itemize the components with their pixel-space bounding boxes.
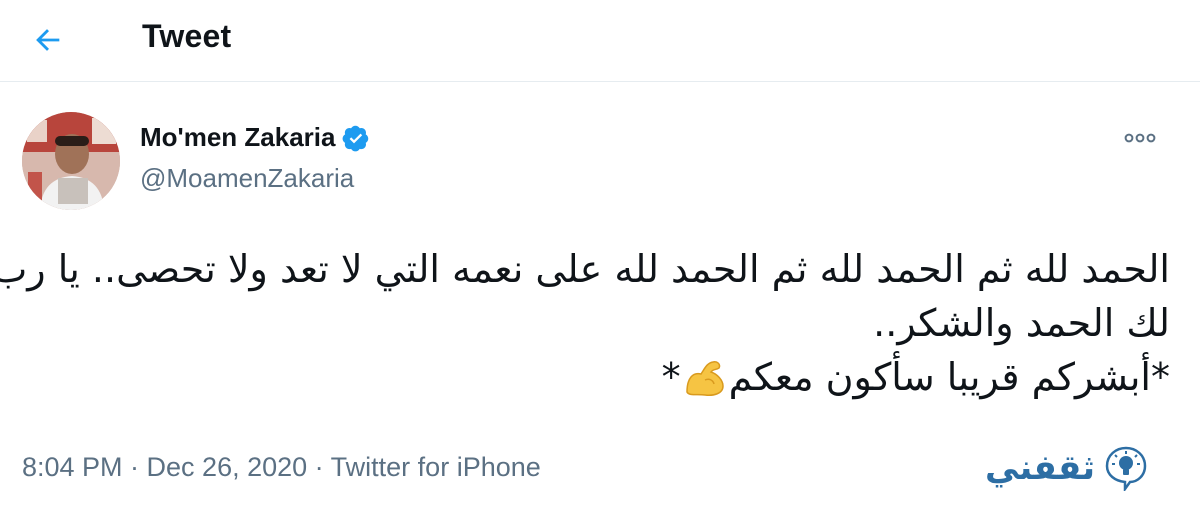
tweet-text-segment: * bbox=[661, 355, 681, 399]
profile-photo bbox=[22, 112, 120, 210]
flexed-biceps-emoji bbox=[685, 361, 724, 396]
tweet-text: الحمد لله ثم الحمد لله ثم الحمد لله على … bbox=[0, 242, 1170, 404]
page-title: Tweet bbox=[142, 18, 232, 54]
tweet-text-line-emoji: *أبشركم قريبا سأكون معكم * bbox=[20, 350, 1170, 404]
more-options-button[interactable] bbox=[1118, 120, 1162, 156]
watermark: ثقفني bbox=[985, 445, 1149, 491]
tweet-timestamp[interactable]: 8:04 PM · Dec 26, 2020 · Twitter for iPh… bbox=[22, 452, 541, 483]
more-horizontal-icon bbox=[1124, 133, 1156, 143]
avatar[interactable] bbox=[22, 112, 120, 210]
tweet-text-segment: *أبشركم قريبا سأكون معكم bbox=[728, 355, 1170, 399]
arrow-left-icon bbox=[36, 29, 60, 51]
verified-badge-icon bbox=[343, 125, 369, 151]
tweet-text-line: لك الحمد والشكر.. bbox=[873, 301, 1170, 345]
tweet-text-line: الحمد لله ثم الحمد لله ثم الحمد لله على … bbox=[0, 247, 1170, 291]
back-button[interactable] bbox=[22, 14, 74, 66]
author-handle[interactable]: @MoamenZakaria bbox=[140, 163, 354, 194]
author-name-row[interactable]: Mo'men Zakaria bbox=[140, 122, 370, 153]
watermark-text: ثقفني bbox=[985, 448, 1095, 488]
tweet-header: Tweet bbox=[0, 0, 1200, 82]
author-display-name[interactable]: Mo'men Zakaria bbox=[140, 122, 335, 153]
lightbulb-logo-icon bbox=[1105, 446, 1147, 491]
